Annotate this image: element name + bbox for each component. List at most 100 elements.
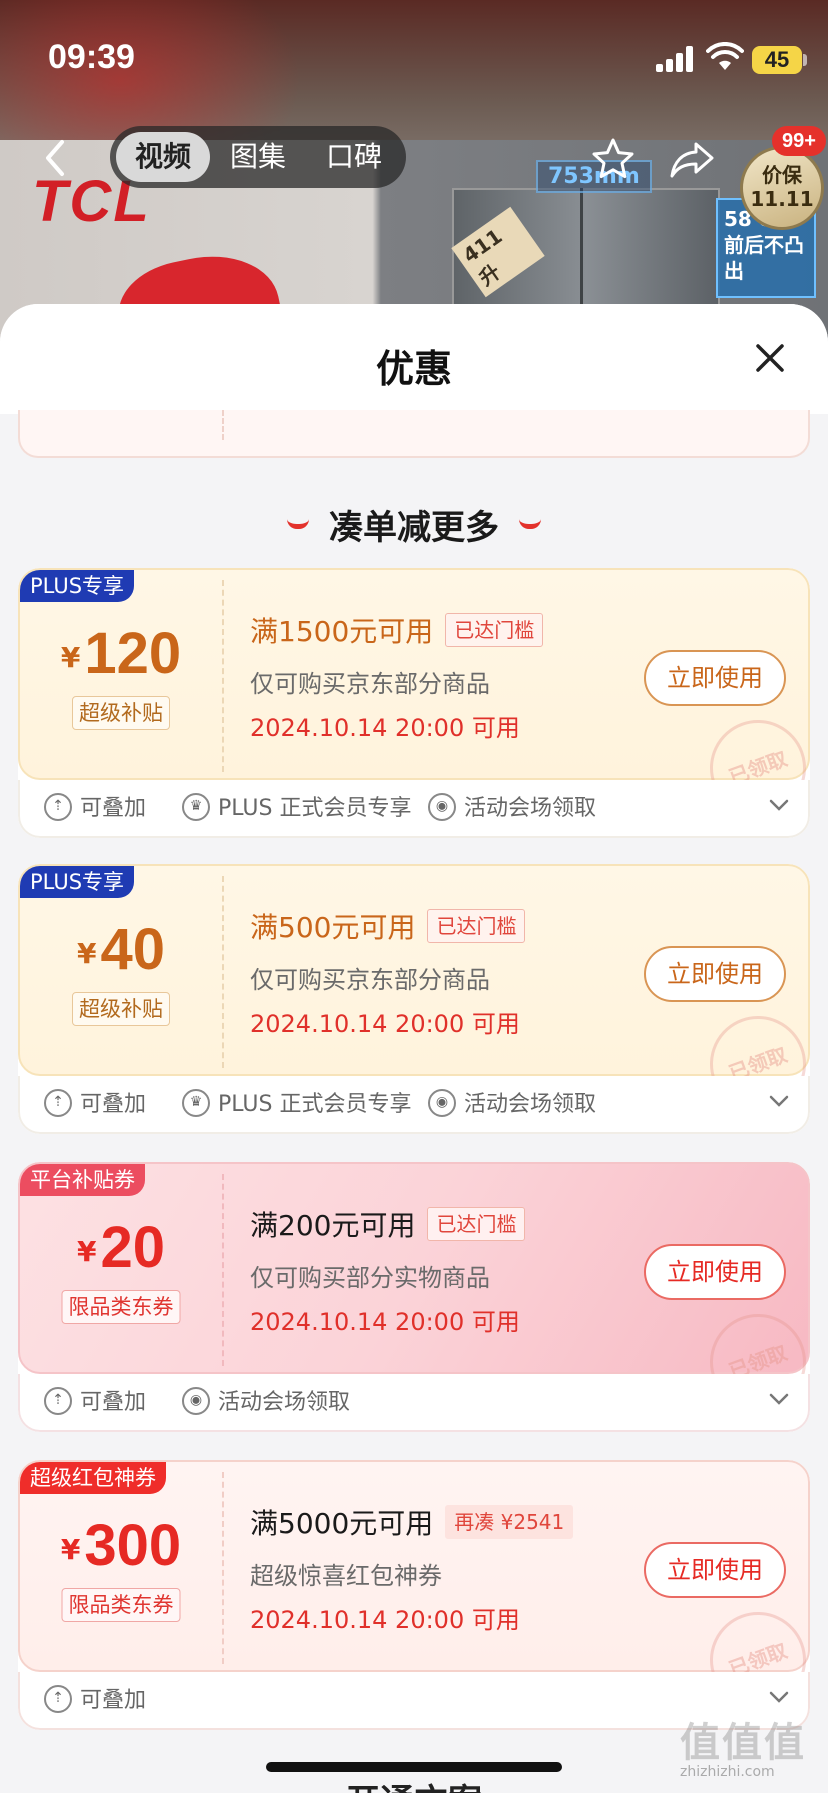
coupon-scope: 仅可购买部分实物商品 — [250, 1264, 490, 1292]
coupon-ticket: 平台补贴券 ¥20 限品类东券 满200元可用 已达门槛 仅可购买部分实物商品 2… — [18, 1162, 810, 1424]
coupon-card: PLUS专享 ¥40 超级补贴 满500元可用 已达门槛 仅可购买京东部分商品 2… — [18, 864, 810, 1134]
coupon-amount: ¥120 — [20, 620, 222, 687]
coupon-card: 超级红包神券 ¥300 限品类东券 满5000元可用 再凑 ¥2541 超级惊喜红… — [18, 1460, 810, 1730]
coupon-condition: 满1500元可用 — [250, 615, 434, 648]
feature-venue: ◉ 活动会场领取 — [182, 1387, 350, 1419]
share-icon[interactable] — [668, 138, 716, 180]
coupon-condition: 满5000元可用 — [250, 1507, 434, 1540]
coupon-scope: 仅可购买京东部分商品 — [250, 670, 490, 698]
chevron-down-icon[interactable] — [768, 798, 790, 812]
status-bar: 09:39 45 — [0, 0, 828, 120]
feature-label: PLUS 正式会员专享 — [218, 796, 412, 821]
use-now-button[interactable]: 立即使用 — [644, 1244, 786, 1300]
coupon-amount: ¥20 — [20, 1214, 222, 1281]
price-protection-badge[interactable]: 价保 11.11 — [740, 146, 824, 230]
cellular-signal-icon — [656, 46, 696, 72]
section-title: 凑单减更多 — [0, 500, 828, 549]
feature-label: PLUS 正式会员专享 — [218, 1092, 412, 1117]
wifi-icon — [706, 42, 744, 70]
back-icon[interactable] — [38, 138, 74, 178]
venue-icon: ◉ — [428, 1089, 456, 1117]
feature-label: 可叠加 — [80, 1092, 147, 1117]
coupon-features[interactable]: ⇡ 可叠加 ◉ 活动会场领取 — [18, 1374, 810, 1432]
stack-icon: ⇡ — [44, 1089, 72, 1117]
use-now-button[interactable]: 立即使用 — [644, 650, 786, 706]
tab-video[interactable]: 视频 — [116, 132, 210, 182]
amount-value: 300 — [84, 1513, 182, 1578]
currency-symbol: ¥ — [60, 1533, 81, 1566]
feature-label: 可叠加 — [80, 796, 147, 821]
coupon-type-label: 超级补贴 — [72, 992, 170, 1026]
condition-row: 满5000元可用 再凑 ¥2541 — [250, 1502, 574, 1542]
tab-reviews[interactable]: 口碑 — [306, 132, 402, 182]
sheet-header: 优惠 — [0, 304, 828, 414]
media-tabs: 视频 图集 口碑 — [110, 126, 406, 188]
amount-value: 20 — [100, 1215, 165, 1280]
coupon-features[interactable]: ⇡ 可叠加 ♛ PLUS 正式会员专享 ◉ 活动会场领取 — [18, 780, 810, 838]
chevron-down-icon[interactable] — [768, 1392, 790, 1406]
coupon-ticket: PLUS专享 ¥40 超级补贴 满500元可用 已达门槛 仅可购买京东部分商品 2… — [18, 864, 810, 1126]
coupon-ticket: PLUS专享 ¥120 超级补贴 满1500元可用 已达门槛 仅可购买京东部分商品… — [18, 568, 810, 830]
favorite-star-icon[interactable] — [590, 136, 636, 182]
close-icon[interactable] — [752, 340, 788, 376]
currency-symbol: ¥ — [77, 1235, 97, 1268]
use-now-button[interactable]: 立即使用 — [644, 946, 786, 1002]
sheet-title: 优惠 — [375, 347, 452, 391]
coupon-amount: ¥300 — [20, 1512, 222, 1579]
coupon-date: 2024.10.14 20:00 可用 — [250, 1606, 520, 1634]
threshold-badge: 已达门槛 — [427, 1207, 526, 1241]
feature-stackable: ⇡ 可叠加 — [44, 1685, 146, 1717]
feature-stackable: ⇡ 可叠加 — [44, 1089, 146, 1121]
section-title-text: 凑单减更多 — [329, 508, 499, 548]
use-now-button[interactable]: 立即使用 — [644, 1542, 786, 1598]
smile-left-icon — [287, 519, 309, 529]
coupon-type-label: 超级补贴 — [72, 696, 170, 730]
stack-icon: ⇡ — [44, 1685, 72, 1713]
crown-icon: ♛ — [182, 793, 210, 821]
coupon-ticket: 超级红包神券 ¥300 限品类东券 满5000元可用 再凑 ¥2541 超级惊喜红… — [18, 1460, 810, 1722]
smile-right-icon — [519, 519, 541, 529]
feature-venue: ◉ 活动会场领取 — [428, 793, 596, 825]
coupon-tag: 平台补贴券 — [20, 1164, 145, 1196]
coupon-scope: 超级惊喜红包神券 — [250, 1562, 442, 1590]
coupon-date: 2024.10.14 20:00 可用 — [250, 1308, 520, 1336]
price-badge-line2: 11.11 — [750, 187, 814, 211]
add-more-badge: 再凑 ¥2541 — [445, 1505, 574, 1539]
feature-label: 可叠加 — [80, 1390, 147, 1415]
coupon-scope: 仅可购买京东部分商品 — [250, 966, 490, 994]
currency-symbol: ¥ — [77, 937, 97, 970]
feature-label: 可叠加 — [80, 1688, 147, 1713]
depth-badge-line2: 前后不凸出 — [724, 233, 804, 283]
previous-coupon-peek — [18, 410, 810, 458]
condition-row: 满500元可用 已达门槛 — [250, 906, 526, 946]
watermark-logo: 值值值 — [680, 1720, 806, 1766]
coupon-features[interactable]: ⇡ 可叠加 ♛ PLUS 正式会员专享 ◉ 活动会场领取 — [18, 1076, 810, 1134]
chevron-down-icon[interactable] — [768, 1094, 790, 1108]
price-badge-line1: 价保 — [762, 163, 802, 187]
coupon-tag: PLUS专享 — [20, 866, 135, 898]
feature-stackable: ⇡ 可叠加 — [44, 793, 146, 825]
coupon-tag: 超级红包神券 — [20, 1462, 166, 1494]
currency-symbol: ¥ — [60, 641, 81, 674]
amount-value: 40 — [100, 917, 165, 982]
feature-plus-member: ♛ PLUS 正式会员专享 — [182, 793, 412, 825]
coupon-tag: PLUS专享 — [20, 570, 135, 602]
battery-nub — [803, 54, 807, 66]
coupon-date: 2024.10.14 20:00 可用 — [250, 1010, 520, 1038]
coupon-type-label: 限品类东券 — [61, 1588, 181, 1622]
feature-venue: ◉ 活动会场领取 — [428, 1089, 596, 1121]
feature-plus-member: ♛ PLUS 正式会员专享 — [182, 1089, 412, 1121]
venue-icon: ◉ — [428, 793, 456, 821]
coupon-condition: 满500元可用 — [250, 911, 416, 944]
threshold-badge: 已达门槛 — [445, 613, 544, 647]
home-indicator[interactable] — [266, 1762, 562, 1772]
watermark-url: zhizhizhi.com — [680, 1764, 775, 1780]
stack-icon: ⇡ — [44, 793, 72, 821]
chevron-down-icon[interactable] — [768, 1690, 790, 1704]
condition-row: 满200元可用 已达门槛 — [250, 1204, 526, 1244]
tab-gallery[interactable]: 图集 — [210, 132, 306, 182]
amount-value: 120 — [84, 621, 182, 686]
feature-label: 活动会场领取 — [218, 1390, 351, 1415]
condition-row: 满1500元可用 已达门槛 — [250, 610, 544, 650]
coupon-amount: ¥40 — [20, 916, 222, 983]
